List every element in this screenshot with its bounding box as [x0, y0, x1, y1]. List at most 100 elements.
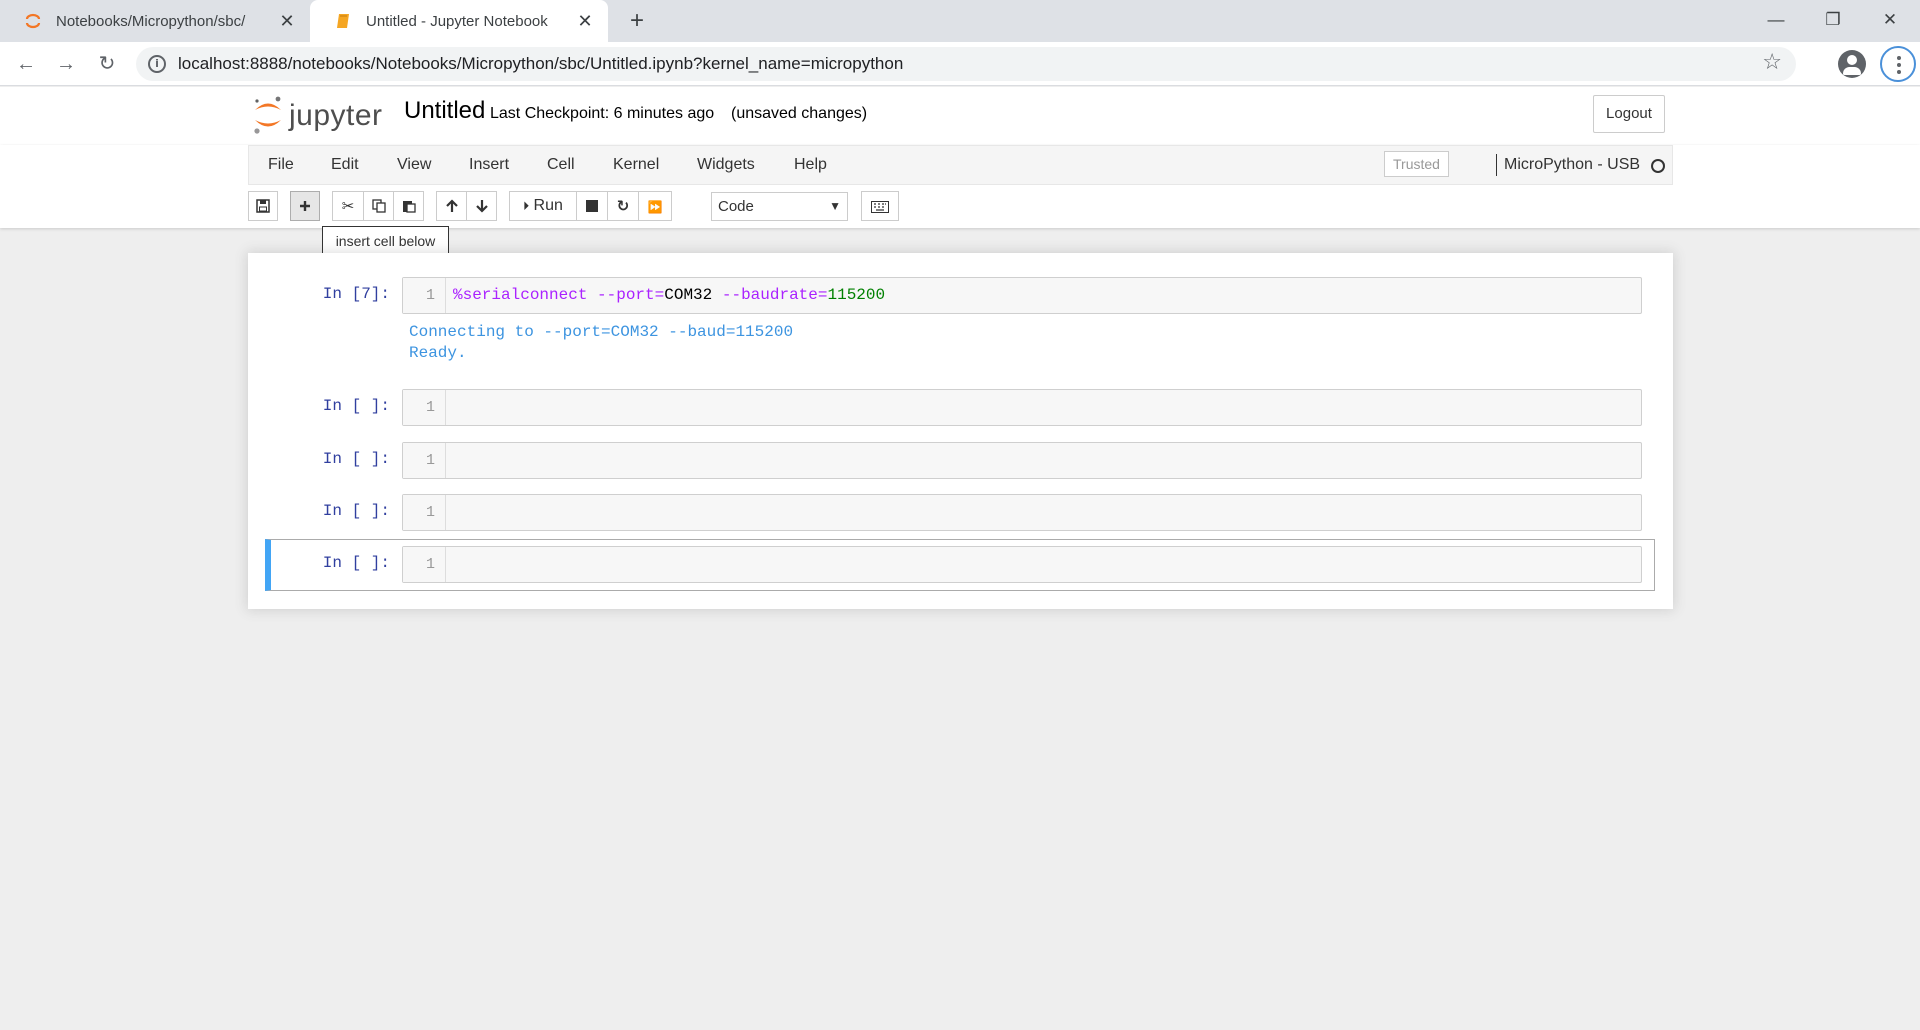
code-editor[interactable]: 1	[402, 546, 1642, 583]
logout-button[interactable]: Logout	[1593, 95, 1665, 133]
code-line: %serialconnect --port=COM32 --baudrate=1…	[453, 278, 885, 313]
trusted-indicator[interactable]: Trusted	[1384, 151, 1449, 177]
copy-icon	[371, 199, 386, 213]
window-close-icon[interactable]: ✕	[1867, 6, 1913, 34]
jupyter-logo-icon	[254, 96, 281, 134]
code-value: COM32	[664, 286, 713, 304]
restart-kernel-button[interactable]: ↻	[607, 191, 639, 221]
code-cell[interactable]: In [ ]: 1	[265, 442, 1655, 479]
cut-button[interactable]: ✂	[332, 191, 364, 221]
bookmark-star-icon[interactable]: ☆	[1762, 50, 1782, 75]
code-operator: =	[654, 286, 665, 304]
forward-arrow-icon[interactable]: →	[52, 50, 80, 78]
site-info-icon[interactable]: i	[148, 55, 166, 73]
code-flag: --baudrate	[712, 286, 818, 304]
selected-code-cell[interactable]: In [ ]: 1	[265, 539, 1655, 591]
code-editor[interactable]: 1	[402, 389, 1642, 426]
menu-help[interactable]: Help	[794, 156, 827, 174]
code-editor[interactable]: 1	[402, 494, 1642, 531]
checkpoint-status: Last Checkpoint: 6 minutes ago	[490, 105, 715, 122]
menu-insert[interactable]: Insert	[469, 156, 509, 174]
browser-address-bar: ← → ↻ i localhost:8888/notebooks/Noteboo…	[0, 42, 1920, 86]
command-palette-button[interactable]	[861, 191, 899, 221]
input-prompt: In [ ]:	[322, 397, 390, 415]
browser-menu-icon[interactable]	[1880, 46, 1916, 82]
code-magic: %serialconnect	[453, 286, 588, 304]
code-operator: =	[817, 286, 828, 304]
scissors-icon: ✂	[341, 197, 355, 215]
close-icon[interactable]: ✕	[274, 11, 300, 32]
notebook-name[interactable]: Untitled	[404, 97, 485, 125]
input-prompt: In [ ]:	[322, 502, 390, 520]
input-prompt: In [ ]:	[322, 554, 390, 572]
paste-button[interactable]	[393, 191, 424, 221]
move-up-button[interactable]	[436, 191, 467, 221]
plus-icon	[300, 201, 310, 211]
code-cell[interactable]: In [7]: 1 %serialconnect --port=COM32 --…	[265, 277, 1655, 387]
move-down-button[interactable]	[466, 191, 497, 221]
line-number: 1	[403, 390, 446, 425]
menu-view[interactable]: View	[397, 156, 431, 174]
keyboard-icon	[871, 201, 889, 213]
stop-icon	[586, 200, 598, 212]
fast-forward-icon: ⏩	[647, 200, 663, 214]
menu-edit[interactable]: Edit	[331, 156, 359, 174]
run-label: Run	[533, 197, 563, 214]
reload-icon[interactable]: ↻	[93, 50, 121, 78]
chevron-down-icon: ▼	[829, 199, 841, 213]
cell-type-value: Code	[718, 198, 754, 215]
kernel-idle-indicator-icon	[1651, 159, 1665, 173]
jupyter-logo[interactable]: jupyter	[251, 95, 393, 135]
code-cell[interactable]: In [ ]: 1	[265, 389, 1655, 426]
output-line: Ready.	[409, 344, 467, 362]
notebook-favicon-icon	[337, 14, 349, 28]
interrupt-kernel-button[interactable]	[576, 191, 608, 221]
browser-tab-untitled[interactable]: Untitled - Jupyter Notebook ✕	[310, 0, 608, 42]
profile-avatar-icon[interactable]	[1838, 50, 1866, 78]
menu-kernel[interactable]: Kernel	[613, 156, 659, 174]
restore-icon[interactable]: ❐	[1810, 6, 1856, 34]
step-forward-icon: ⏵	[523, 199, 530, 213]
line-number: 1	[403, 443, 446, 478]
menubar: File Edit View Insert Cell Kernel Widget…	[248, 145, 1673, 185]
url-field[interactable]: i localhost:8888/notebooks/Notebooks/Mic…	[136, 47, 1796, 81]
save-icon	[256, 199, 270, 213]
browser-tab-bar: Notebooks/Micropython/sbc/ ✕ Untitled - …	[0, 0, 1920, 42]
tab-title: Untitled - Jupyter Notebook	[366, 12, 548, 30]
menubar-container: File Edit View Insert Cell Kernel Widget…	[0, 145, 1920, 228]
menu-widgets[interactable]: Widgets	[697, 156, 755, 174]
menu-cell[interactable]: Cell	[547, 156, 575, 174]
code-editor[interactable]: 1 %serialconnect --port=COM32 --baudrate…	[402, 277, 1642, 314]
run-button[interactable]: ⏵ Run	[509, 191, 577, 221]
minimize-icon[interactable]: —	[1753, 6, 1799, 34]
arrow-up-icon	[445, 199, 458, 212]
kernel-divider	[1496, 154, 1497, 176]
new-tab-icon[interactable]: +	[624, 8, 650, 34]
line-number: 1	[403, 278, 446, 313]
autosave-status: (unsaved changes)	[731, 105, 868, 122]
url-text: localhost:8888/notebooks/Notebooks/Micro…	[178, 54, 904, 73]
code-editor[interactable]: 1	[402, 442, 1642, 479]
code-cell[interactable]: In [ ]: 1	[265, 494, 1655, 531]
save-button[interactable]	[248, 191, 278, 221]
close-icon[interactable]: ✕	[572, 11, 598, 32]
paste-icon	[402, 201, 416, 213]
back-arrow-icon[interactable]: ←	[12, 50, 40, 78]
tab-title: Notebooks/Micropython/sbc/	[56, 12, 246, 30]
arrow-down-icon	[475, 200, 488, 213]
insert-cell-below-button[interactable]	[290, 191, 320, 221]
kernel-name[interactable]: MicroPython - USB	[1504, 156, 1640, 174]
notebook-container: In [7]: 1 %serialconnect --port=COM32 --…	[248, 253, 1673, 609]
restart-run-all-button[interactable]: ⏩	[638, 191, 672, 221]
input-prompt: In [7]:	[322, 285, 390, 303]
input-prompt: In [ ]:	[322, 450, 390, 468]
code-flag: --port	[587, 286, 655, 304]
jupyter-favicon-icon	[25, 13, 41, 29]
code-number: 115200	[827, 286, 886, 304]
copy-button[interactable]	[363, 191, 394, 221]
cell-output: Connecting to --port=COM32 --baud=115200…	[409, 322, 793, 364]
jupyter-header: jupyter Untitled Last Checkpoint: 6 minu…	[0, 87, 1920, 145]
cell-type-select[interactable]: Code ▼	[711, 192, 848, 221]
browser-tab-notebooks[interactable]: Notebooks/Micropython/sbc/ ✕	[0, 0, 310, 42]
menu-file[interactable]: File	[268, 156, 294, 174]
